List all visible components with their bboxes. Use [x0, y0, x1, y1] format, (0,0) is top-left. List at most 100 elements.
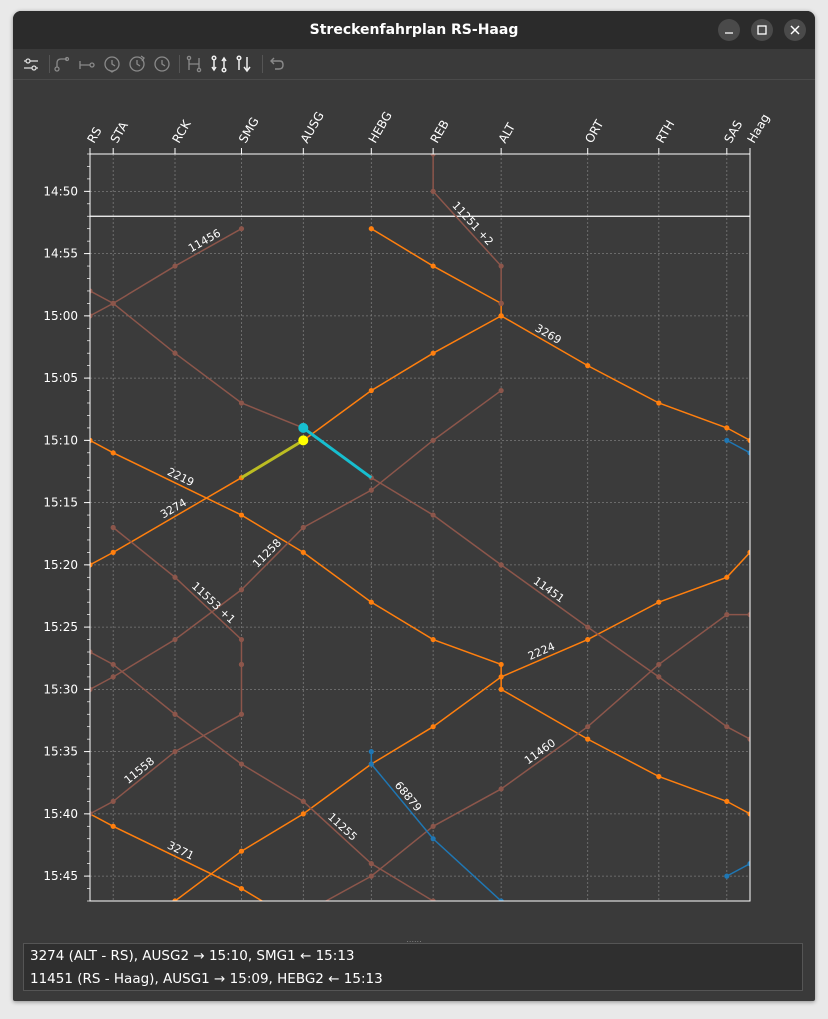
swap-down-button[interactable]: [232, 52, 256, 76]
swap-arrows-icon: [211, 55, 227, 73]
time-label: 15:05: [43, 371, 78, 385]
train-stop-marker: [498, 661, 504, 668]
timetable-chart[interactable]: RS STA RCK SMG AUSG HEBG REB ALT ORT RTH SAS Haag 14…: [13, 80, 815, 935]
train-stop-marker: [110, 549, 116, 555]
train-stop-marker: [724, 574, 730, 580]
train-stop-marker: [430, 823, 436, 829]
train-stop-marker: [110, 450, 116, 456]
train-stop-marker: [110, 823, 116, 829]
time-label: 14:50: [43, 184, 78, 198]
train-stop-marker: [238, 636, 245, 643]
station-label: SAS: [721, 118, 745, 146]
swap-connect-button[interactable]: [182, 52, 206, 76]
maximize-icon: [757, 25, 767, 35]
train-stop-marker: [238, 848, 245, 854]
train-stop-marker: [172, 636, 178, 643]
station-label: ORT: [582, 117, 607, 146]
title-bar[interactable]: Streckenfahrplan RS-Haag: [13, 11, 815, 49]
train-stop-marker: [172, 350, 178, 356]
plot-area: [90, 154, 750, 901]
undo-button[interactable]: [264, 52, 288, 76]
route-link-icon: [79, 61, 95, 69]
train-stop-marker: [238, 512, 245, 518]
selected-endpoint: [298, 435, 309, 446]
train-stop-marker: [300, 549, 306, 555]
time-label: 15:25: [43, 620, 78, 634]
train-stop-marker: [301, 923, 306, 928]
time-label: 14:55: [43, 247, 78, 261]
time-earlier-button[interactable]: [100, 52, 124, 76]
train-stop-marker: [430, 350, 436, 356]
clock-icon: [154, 56, 170, 72]
train-stop-marker: [724, 612, 730, 618]
train-stop-marker: [585, 724, 591, 730]
train-stop-marker: [430, 437, 436, 443]
close-icon: [790, 25, 800, 35]
status-line-1: 3274 (ALT - RS), AUSG2 → 15:10, SMG1 ← 1…: [30, 948, 355, 964]
minimize-button[interactable]: [718, 19, 740, 41]
time-later-button[interactable]: [125, 52, 149, 76]
station-label: RCK: [169, 117, 194, 146]
time-label: 15:30: [43, 682, 78, 696]
train-stop-marker: [110, 300, 116, 306]
train-stop-marker: [300, 811, 306, 817]
train-stop-marker: [368, 749, 374, 755]
status-panel: 3274 (ALT - RS), AUSG2 → 15:10, SMG1 ← 1…: [23, 943, 803, 991]
train-stop-marker: [301, 911, 306, 916]
train-stop-marker: [368, 761, 374, 767]
train-stop-marker: [430, 836, 436, 842]
train-stop-marker: [585, 363, 591, 369]
train-stop-marker: [238, 761, 245, 767]
time-label: 15:35: [43, 745, 78, 759]
link-button[interactable]: [75, 52, 99, 76]
train-stop-marker: [498, 674, 504, 680]
clock-up-icon: [129, 55, 145, 72]
train-stop-marker: [498, 786, 504, 792]
station-label: Haag: [744, 111, 772, 145]
train-stop-marker: [656, 773, 662, 780]
train-stop-marker: [368, 226, 374, 232]
undo-icon: [270, 57, 284, 70]
time-reset-button[interactable]: [150, 52, 174, 76]
train-stop-marker: [656, 661, 662, 668]
toolbar: [13, 49, 815, 80]
settings-button[interactable]: [19, 52, 43, 76]
sliders-icon: [24, 58, 38, 71]
train-stop-marker: [724, 798, 730, 805]
train-stop-marker: [368, 873, 374, 879]
train-stop-marker: [430, 188, 436, 194]
station-label: RS: [84, 125, 104, 146]
train-stop-marker: [110, 661, 116, 668]
close-button[interactable]: [784, 19, 806, 41]
train-stop-marker: [430, 263, 436, 269]
station-label: AUSG: [298, 109, 327, 145]
train-stop-marker: [368, 599, 374, 605]
time-label: 15:40: [43, 807, 78, 821]
maximize-button[interactable]: [751, 19, 773, 41]
train-stop-marker: [172, 749, 178, 755]
swap-trains-button[interactable]: [207, 52, 231, 76]
station-label: REB: [428, 118, 452, 146]
time-label: 15:15: [43, 496, 78, 510]
train-stop-marker: [238, 711, 245, 717]
station-label: ALT: [496, 120, 519, 145]
train-stop-marker: [430, 512, 436, 518]
train-stop-marker: [238, 885, 245, 892]
train-stop-marker: [238, 400, 245, 406]
selected-endpoint: [298, 422, 309, 433]
train-stop-marker: [110, 674, 116, 680]
toolbar-separator: [179, 55, 180, 73]
train-stop-marker: [238, 587, 245, 593]
connection-button[interactable]: [50, 52, 74, 76]
swap-nodes-icon: [186, 55, 202, 73]
train-stop-marker: [238, 226, 245, 232]
train-stop-marker: [172, 711, 178, 717]
train-stop-marker: [498, 263, 504, 269]
train-stop-marker: [656, 599, 662, 605]
time-label: 15:45: [43, 869, 78, 883]
clock-down-icon: [104, 56, 120, 73]
train-stop-marker: [300, 798, 306, 805]
train-stop-marker: [238, 661, 245, 668]
train-stop-marker: [430, 724, 436, 730]
time-label: 15:10: [43, 433, 78, 447]
